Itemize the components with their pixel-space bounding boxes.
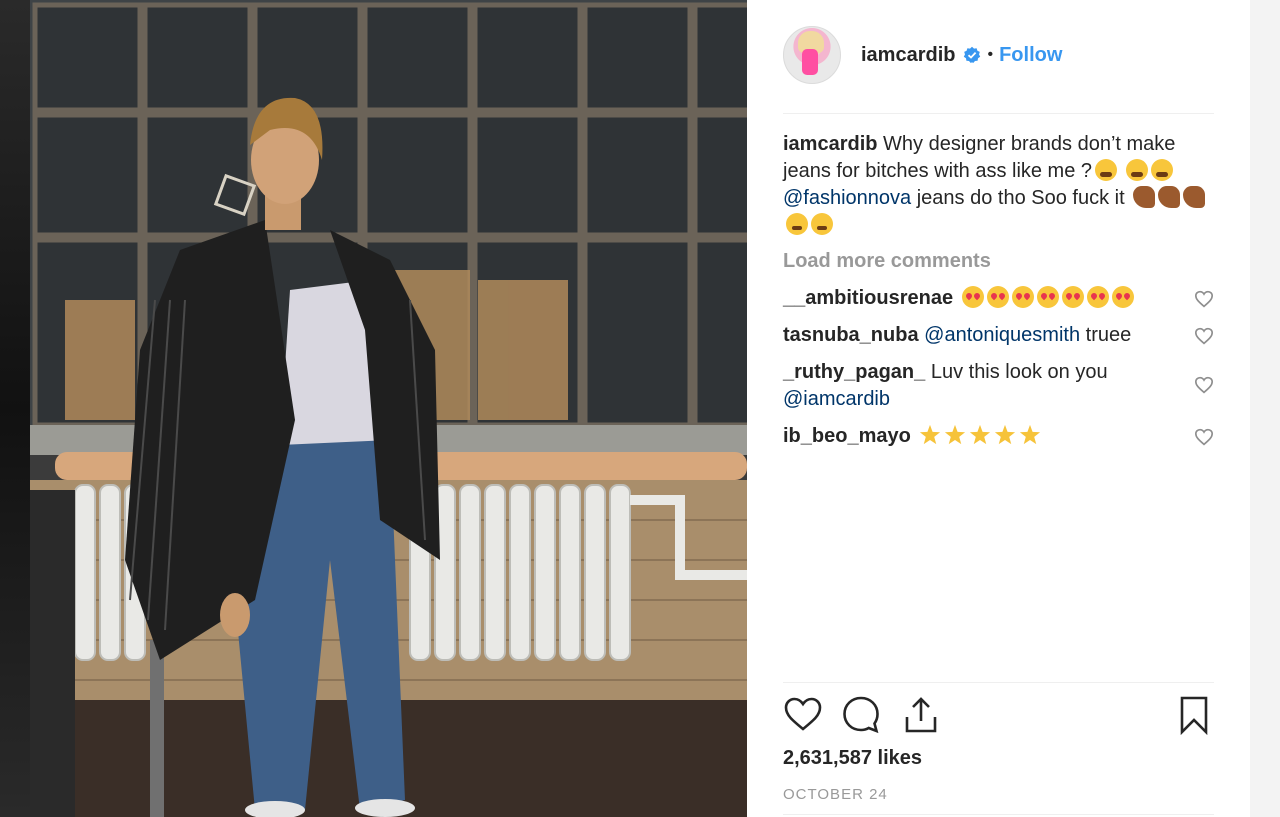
post-date: OCTOBER 24 (783, 786, 888, 803)
comment-mention-link[interactable]: @antoniquesmith (924, 324, 1080, 346)
comment-username[interactable]: _ruthy_pagan_ (783, 361, 925, 383)
heart-eyes-emoji-icon (961, 286, 984, 308)
comment-text: truee (1085, 324, 1132, 346)
heart-icon[interactable] (783, 695, 823, 739)
likes-count[interactable]: 2,631,587 likes (783, 747, 922, 770)
flexed-biceps-emoji-icon (1133, 186, 1156, 208)
post-actions (783, 695, 1214, 739)
comment-row: __ambitiousrenae (783, 285, 1214, 312)
post-photo[interactable] (30, 0, 747, 817)
star-emoji-icon (944, 424, 966, 446)
caption-text-end: jeans do tho Soo fuck it (916, 187, 1125, 209)
star-emoji-icon (1019, 424, 1041, 446)
comment-mention-link[interactable]: @iamcardib (783, 388, 890, 410)
weary-face-emoji-icon (1095, 159, 1118, 181)
post-caption: iamcardib Why designer brands don’t make… (783, 131, 1214, 239)
photo-illustration (30, 0, 747, 817)
heart-eyes-emoji-icon (1061, 286, 1084, 308)
header-divider (783, 113, 1214, 114)
comment-username[interactable]: tasnuba_nuba (783, 324, 919, 346)
star-emoji-icon (919, 424, 941, 446)
footer-divider (783, 814, 1214, 815)
weary-face-emoji-icon (1125, 159, 1148, 181)
comment-like-heart-icon[interactable] (1194, 326, 1214, 345)
actions-divider (783, 682, 1214, 683)
star-emoji-icon (994, 424, 1016, 446)
comment-like-heart-icon[interactable] (1194, 375, 1214, 394)
comment-text: Luv this look on you (930, 361, 1108, 383)
post-side-panel: iamcardib • Follow iamcardib Why designe… (747, 0, 1250, 817)
load-more-comments-button[interactable]: Load more comments (783, 248, 1214, 275)
heart-eyes-emoji-icon (1111, 286, 1134, 308)
caption-author[interactable]: iamcardib (783, 133, 877, 155)
star-emoji-icon (969, 424, 991, 446)
comment-row: _ruthy_pagan_ Luv this look on you @iamc… (783, 359, 1214, 413)
avatar[interactable] (783, 26, 841, 84)
triumph-face-emoji-icon (811, 213, 833, 235)
comment-row: ib_beo_mayo (783, 423, 1214, 450)
comment-like-heart-icon[interactable] (1194, 427, 1214, 446)
post-header: iamcardib • Follow (783, 25, 1214, 85)
flexed-biceps-emoji-icon (1158, 186, 1181, 208)
follow-button[interactable]: Follow (999, 44, 1062, 67)
comment-username[interactable]: __ambitiousrenae (783, 287, 953, 309)
bookmark-icon[interactable] (1174, 695, 1214, 739)
caption-mention-link[interactable]: @fashionnova (783, 187, 911, 209)
comment-row: tasnuba_nuba @antoniquesmith truee (783, 322, 1214, 349)
weary-face-emoji-icon (1150, 159, 1173, 181)
header-separator: • (987, 46, 994, 63)
avatar-outfit (802, 49, 818, 75)
heart-eyes-emoji-icon (986, 286, 1009, 308)
background-edge-right (1250, 0, 1280, 817)
comment-icon[interactable] (841, 695, 881, 739)
username-link[interactable]: iamcardib (861, 44, 955, 67)
triumph-face-emoji-icon (786, 213, 808, 235)
background-edge (0, 0, 30, 817)
heart-eyes-emoji-icon (1086, 286, 1109, 308)
heart-eyes-emoji-icon (1011, 286, 1034, 308)
verified-badge-icon (963, 46, 981, 64)
heart-eyes-emoji-icon (1036, 286, 1059, 308)
share-icon[interactable] (901, 695, 941, 739)
post-frame: iamcardib • Follow iamcardib Why designe… (0, 0, 1280, 817)
comment-username[interactable]: ib_beo_mayo (783, 425, 911, 447)
comments-list: iamcardib Why designer brands don’t make… (783, 131, 1214, 450)
comment-like-heart-icon[interactable] (1194, 289, 1214, 308)
flexed-biceps-emoji-icon (1183, 186, 1206, 208)
